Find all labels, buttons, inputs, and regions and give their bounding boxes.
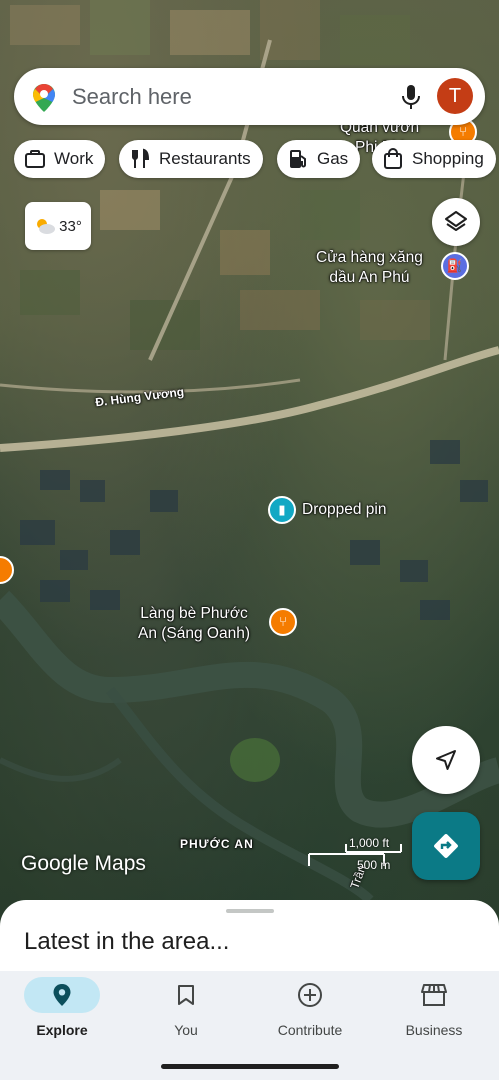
search-input[interactable]: Search here bbox=[72, 84, 192, 110]
storefront-icon bbox=[421, 984, 447, 1006]
poi-label-gas-station[interactable]: Cửa hàng xăng dầu An Phú bbox=[316, 248, 423, 288]
nav-label-you: You bbox=[174, 1022, 198, 1038]
my-location-button[interactable] bbox=[412, 726, 480, 794]
nav-label-contribute: Contribute bbox=[277, 1022, 343, 1038]
shopping-bag-icon bbox=[384, 148, 402, 169]
search-bar[interactable]: Search here bbox=[14, 68, 485, 125]
dropped-pin-label[interactable]: Dropped pin bbox=[302, 500, 386, 520]
nav-item-business[interactable]: Business bbox=[372, 971, 496, 1051]
bookmark-icon bbox=[178, 985, 194, 1005]
navigation-arrow-icon bbox=[436, 750, 456, 770]
google-maps-logo-icon bbox=[33, 84, 55, 112]
scale-metric: 500 m bbox=[357, 858, 391, 872]
chip-gas-label: Gas bbox=[317, 149, 349, 168]
gas-station-pin-icon[interactable]: ⛽ bbox=[441, 252, 469, 280]
sheet-drag-handle[interactable] bbox=[226, 909, 274, 913]
add-circle-icon bbox=[298, 983, 322, 1007]
nav-item-contribute[interactable]: Contribute bbox=[248, 971, 372, 1051]
nav-item-you[interactable]: You bbox=[124, 971, 248, 1051]
chip-shopping[interactable]: Shopping bbox=[372, 140, 496, 178]
briefcase-icon bbox=[25, 150, 45, 168]
chip-restaurants[interactable]: Restaurants bbox=[119, 140, 263, 178]
fork-knife-icon bbox=[132, 148, 150, 168]
sheet-title: Latest in the area... bbox=[24, 928, 230, 955]
chip-work[interactable]: Work bbox=[14, 140, 106, 178]
area-label-phuoc-an: PHƯỚC AN bbox=[180, 837, 254, 851]
map-scale[interactable]: 1,000 ft 500 m bbox=[308, 836, 408, 876]
chip-gas[interactable]: Gas bbox=[277, 140, 361, 178]
microphone-icon[interactable] bbox=[400, 84, 422, 110]
poi-label-lang-be[interactable]: Làng bè Phước An (Sáng Oanh) bbox=[138, 604, 250, 644]
directions-icon bbox=[434, 834, 458, 858]
chip-restaurants-label: Restaurants bbox=[159, 149, 251, 168]
home-indicator[interactable] bbox=[161, 1064, 339, 1069]
location-pin-icon bbox=[53, 984, 71, 1006]
nav-label-business: Business bbox=[405, 1022, 463, 1038]
nav-item-explore[interactable]: Explore bbox=[0, 971, 124, 1051]
layers-button[interactable] bbox=[432, 198, 480, 246]
partly-cloudy-icon bbox=[37, 219, 56, 234]
nav-label-explore: Explore bbox=[36, 1022, 88, 1038]
chip-shopping-label: Shopping bbox=[412, 149, 484, 168]
layers-icon bbox=[445, 211, 467, 231]
weather-temperature: 33° bbox=[59, 217, 82, 235]
avatar[interactable]: T bbox=[437, 78, 473, 114]
bottom-navigation: Explore You Contribute Business bbox=[0, 971, 499, 1080]
chip-work-label: Work bbox=[54, 149, 94, 168]
scale-imperial: 1,000 ft bbox=[349, 836, 390, 850]
dropped-pin-icon[interactable]: ▮ bbox=[268, 496, 296, 524]
weather-badge[interactable]: 33° bbox=[25, 202, 91, 250]
directions-button[interactable] bbox=[412, 812, 480, 880]
restaurant-pin-lang-be-icon[interactable]: ⑂ bbox=[269, 608, 297, 636]
google-maps-watermark: Google Maps bbox=[21, 852, 146, 875]
gas-pump-icon bbox=[290, 150, 306, 168]
